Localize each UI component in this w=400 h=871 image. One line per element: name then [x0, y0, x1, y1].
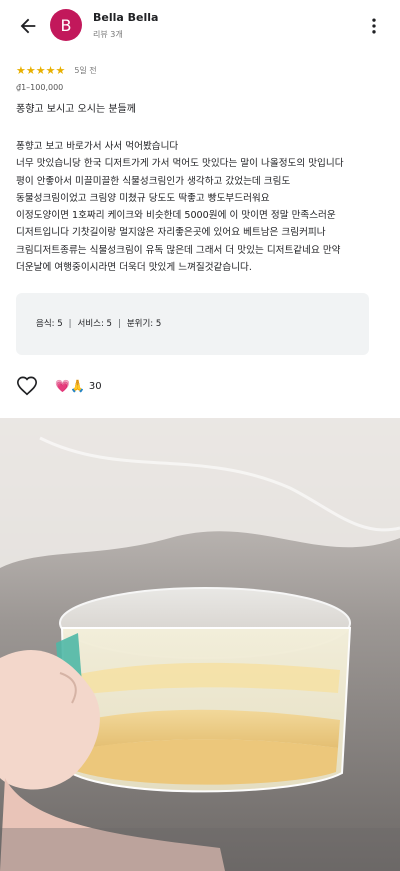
review-body: 퐁향고 보고 바로가서 사서 먹어봤습니다 너무 맛있습니당 한국 디저트가게 …	[16, 141, 344, 274]
reviewer-name[interactable]: Bella Bella	[93, 11, 158, 24]
avatar[interactable]: B	[50, 9, 82, 41]
service-score: 서비스: 5	[77, 319, 112, 329]
price-range: ₫1–100,000	[16, 83, 64, 92]
review-actions: 💗🙏 30	[16, 375, 216, 399]
reviewer-meta: 리뷰 3개	[93, 30, 123, 39]
divider: |	[117, 319, 121, 329]
more-options-button[interactable]	[360, 12, 388, 40]
heart-outline-icon	[17, 376, 37, 396]
cake-photo-icon	[0, 418, 400, 871]
scores-panel: 음식: 5 | 서비스: 5 | 분위기: 5	[16, 293, 369, 355]
scores-text: 음식: 5 | 서비스: 5 | 분위기: 5	[36, 317, 161, 329]
food-score: 음식: 5	[36, 319, 63, 329]
star-rating: ★★★★★	[16, 63, 66, 77]
more-vert-icon	[372, 18, 376, 34]
review-header: B Bella Bella 리뷰 3개	[0, 0, 400, 52]
like-button[interactable]	[16, 375, 38, 397]
reaction-count: 30	[88, 380, 102, 392]
reaction-summary[interactable]: 💗🙏 30	[55, 379, 102, 393]
rating-row: ★★★★★ 5일 전	[16, 62, 97, 78]
review-photo[interactable]	[0, 418, 400, 871]
atmosphere-score: 분위기: 5	[126, 319, 162, 329]
back-button[interactable]	[14, 12, 42, 40]
review-title: 퐁향고 보시고 오시는 분들께	[16, 104, 136, 115]
reaction-emojis: 💗🙏	[55, 379, 85, 393]
divider: |	[68, 319, 72, 329]
arrow-left-icon	[20, 18, 36, 34]
review-date: 5일 전	[74, 65, 97, 75]
